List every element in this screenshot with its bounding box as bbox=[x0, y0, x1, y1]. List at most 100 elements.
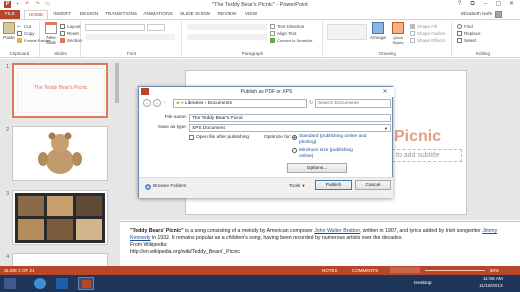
arrange-button[interactable]: Arrange bbox=[369, 22, 387, 40]
shape-fill-button[interactable]: Shape Fill bbox=[410, 23, 446, 30]
minimum-size-label: Minimum size (publishing online) bbox=[299, 148, 353, 159]
canvas-scrollbar[interactable] bbox=[514, 59, 520, 220]
minimum-size-radio[interactable] bbox=[292, 148, 297, 153]
tab-transitions[interactable]: TRANSITIONS bbox=[104, 10, 138, 19]
clock-date[interactable]: 11/16/2013 bbox=[479, 284, 503, 289]
copy-icon bbox=[17, 31, 22, 36]
powerpoint-icon bbox=[82, 280, 91, 288]
arrange-icon bbox=[372, 22, 384, 34]
cancel-button[interactable]: Cancel bbox=[355, 180, 391, 190]
view-buttons[interactable] bbox=[390, 267, 420, 273]
publish-dialog: Publish as PDF or XPS ✕ ← → ↑ ▰ » Librar… bbox=[138, 86, 394, 198]
replace-button[interactable]: Replace bbox=[457, 30, 481, 37]
select-button[interactable]: Select bbox=[457, 37, 481, 44]
expand-icon[interactable]: ▲ bbox=[145, 184, 151, 190]
zoom-level[interactable]: 50% bbox=[490, 268, 499, 273]
slide-thumbnail-3[interactable] bbox=[12, 190, 108, 245]
pen-icon bbox=[410, 31, 415, 36]
save-as-type-select[interactable]: XPS Document ▼ bbox=[189, 124, 391, 132]
up-arrow-icon[interactable]: ↑ bbox=[163, 100, 166, 106]
notes-pane[interactable]: "Teddy Bears' Picnic" is a song consisti… bbox=[120, 221, 520, 266]
notes-bold-title: "Teddy Bears' Picnic" bbox=[130, 228, 184, 234]
avatar[interactable] bbox=[495, 11, 502, 18]
tab-view[interactable]: VIEW bbox=[242, 10, 260, 19]
taskbar: Desktop 11:56 AM 11/16/2013 bbox=[0, 275, 520, 292]
paste-button[interactable]: Paste bbox=[2, 22, 16, 40]
browse-folders-link[interactable]: Browse Folders bbox=[153, 184, 186, 189]
dialog-close-button[interactable]: ✕ bbox=[379, 88, 391, 96]
internet-explorer-icon[interactable] bbox=[34, 278, 46, 289]
notes-text-3: in 1932. It remains popular as a childre… bbox=[150, 235, 403, 241]
standard-radio[interactable] bbox=[292, 135, 297, 140]
tab-file[interactable]: FILE bbox=[0, 10, 20, 19]
font-name-box[interactable] bbox=[85, 24, 145, 31]
convert-smartart-button[interactable]: Convert to SmartArt bbox=[270, 37, 312, 44]
alignment-buttons[interactable] bbox=[187, 34, 267, 40]
replace-icon bbox=[457, 31, 462, 36]
shape-effects-button[interactable]: Shape Effects bbox=[410, 37, 446, 44]
powerpoint-taskbar-button[interactable] bbox=[78, 277, 94, 290]
new-slide-button[interactable]: New Slide bbox=[43, 22, 59, 45]
desktop-label[interactable]: Desktop bbox=[414, 281, 432, 286]
outlook-icon[interactable] bbox=[56, 278, 68, 289]
shapes-gallery[interactable] bbox=[327, 24, 367, 40]
teddy-bear-image bbox=[38, 132, 82, 174]
smartart-icon bbox=[270, 38, 275, 43]
quick-styles-button[interactable]: Quick Styles bbox=[388, 22, 408, 45]
link-john-walter-bratton[interactable]: John Walter Bratton bbox=[314, 228, 360, 234]
clock-time[interactable]: 11:56 AM bbox=[483, 277, 503, 282]
tab-home[interactable]: HOME bbox=[24, 10, 48, 19]
layout-button[interactable]: Layout bbox=[60, 23, 82, 30]
clipboard-group: Paste ✂ Cut Copy Format Painter Clipboard bbox=[0, 21, 50, 57]
section-button[interactable]: Section bbox=[60, 37, 82, 44]
subtitle-placeholder[interactable]: to add subtitle bbox=[392, 149, 462, 162]
reset-button[interactable]: Reset bbox=[60, 30, 82, 37]
find-button[interactable]: Find bbox=[457, 23, 481, 30]
font-format-buttons[interactable] bbox=[85, 34, 175, 40]
zoom-slider[interactable] bbox=[425, 270, 485, 271]
paragraph-group: Text Direction Align Text Convert to Sma… bbox=[183, 21, 323, 57]
maximize-button[interactable]: ▢ bbox=[492, 0, 505, 9]
notes-toggle[interactable]: NOTES bbox=[322, 268, 338, 273]
tab-slide-show[interactable]: SLIDE SHOW bbox=[179, 10, 211, 19]
align-text-icon bbox=[270, 31, 275, 36]
font-group: Font bbox=[82, 21, 182, 57]
breadcrumb-documents[interactable]: Documents bbox=[208, 101, 232, 106]
breadcrumb-libraries[interactable]: Libraries bbox=[185, 101, 203, 106]
comments-toggle[interactable]: COMMENTS bbox=[352, 268, 378, 273]
slide-thumbnail-1[interactable]: The Teddy Bear's Picnic bbox=[12, 63, 108, 118]
slide-thumbnail-4[interactable] bbox=[12, 253, 108, 266]
publish-button[interactable]: Publish bbox=[315, 180, 352, 190]
tab-animations[interactable]: ANIMATIONS bbox=[141, 10, 175, 19]
tab-review[interactable]: REVIEW bbox=[215, 10, 239, 19]
start-icon[interactable] bbox=[4, 278, 16, 289]
chevron-down-icon: ▼ bbox=[384, 126, 388, 131]
slide-thumbnail-2[interactable] bbox=[12, 126, 108, 181]
options-button[interactable]: Options... bbox=[287, 163, 347, 173]
shape-outline-button[interactable]: Shape Outline bbox=[410, 30, 446, 37]
window-title: "The Teddy Bear's Picnic" - PowerPoint bbox=[212, 2, 308, 8]
search-input[interactable] bbox=[315, 99, 391, 108]
minimize-button[interactable]: – bbox=[479, 0, 492, 9]
open-after-checkbox[interactable] bbox=[189, 135, 194, 140]
ribbon-display-icon[interactable]: ⧉ bbox=[466, 0, 479, 9]
tab-insert[interactable]: INSERT bbox=[50, 10, 74, 19]
font-size-box[interactable] bbox=[147, 24, 165, 31]
tools-menu[interactable]: Tools ▼ bbox=[289, 183, 306, 189]
notes-text-1: is a song consisting of a melody by Amer… bbox=[183, 228, 315, 234]
close-button[interactable]: ✕ bbox=[505, 0, 518, 9]
align-text-button[interactable]: Align Text bbox=[270, 30, 312, 37]
list-buttons[interactable] bbox=[187, 24, 267, 30]
refresh-icon[interactable]: ↻ bbox=[309, 100, 313, 106]
help-icon[interactable]: ? bbox=[453, 0, 466, 9]
address-bar[interactable]: ▰ » Libraries › Documents bbox=[173, 99, 307, 108]
back-arrow-icon[interactable]: ← bbox=[143, 99, 151, 107]
user-name[interactable]: Elizabeth Nofs bbox=[461, 10, 492, 19]
text-direction-button[interactable]: Text Direction bbox=[270, 23, 312, 30]
tab-design[interactable]: DESIGN bbox=[76, 10, 102, 19]
clipboard-label: Clipboard bbox=[9, 51, 30, 56]
slide-title-text[interactable]: Picnic bbox=[394, 128, 441, 146]
forward-arrow-icon[interactable]: → bbox=[153, 99, 161, 107]
scrollbar-thumb[interactable] bbox=[115, 63, 119, 103]
file-name-field[interactable]: The Teddy Bear's Picnic bbox=[189, 114, 391, 122]
